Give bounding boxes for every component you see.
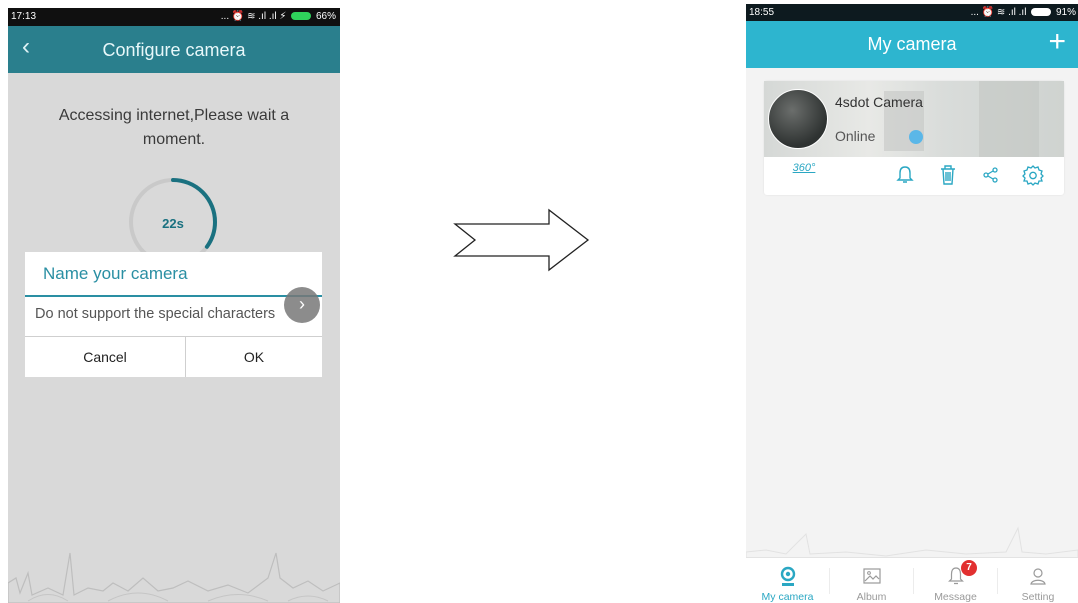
top-bar: My camera + (746, 21, 1078, 68)
snapshot-detail (979, 81, 1039, 157)
status-time: 18:55 (749, 7, 775, 18)
status-icons: ... ⏰ ≋ .ıl .ıl ⚡ 66% (221, 11, 336, 22)
page-title: Configure camera (102, 40, 246, 60)
status-bar: 17:13 ... ⏰ ≋ .ıl .ıl ⚡ 66% (8, 8, 340, 26)
person-icon (1030, 568, 1046, 585)
camera-card[interactable]: 4sdot Camera Online 360° (764, 81, 1064, 195)
nav-my-camera[interactable]: My camera (746, 558, 829, 603)
wait-message: Accessing internet,Please wait a moment. (58, 107, 290, 148)
camera-name: 4sdot Camera (835, 94, 923, 110)
camera-actions: 360° (764, 157, 1064, 195)
next-arrow-button[interactable]: › (284, 287, 320, 323)
page-title: My camera (867, 34, 957, 54)
city-skyline-illustration (8, 552, 340, 603)
nav-album[interactable]: Album (830, 558, 913, 603)
signal-icons: ... ⏰ ≋ .ıl .ıl ⚡ (220, 11, 287, 22)
battery-icon (291, 12, 312, 20)
status-bar: 18:55 ... ⏰ ≋ .ıl .ıl 91% (746, 4, 1078, 21)
status-icons: ... ⏰ ≋ .ıl .ıl 91% (971, 7, 1076, 18)
dialog-title: Name your camera (43, 264, 188, 283)
nav-label: Setting (1021, 591, 1055, 603)
ok-button[interactable]: OK (186, 337, 322, 377)
share-icon[interactable] (978, 162, 1004, 188)
battery-icon (1031, 8, 1052, 16)
trash-icon[interactable] (935, 162, 961, 188)
360-view-button[interactable]: 360° (786, 162, 822, 188)
countdown-text: 22s (162, 216, 184, 231)
image-icon (862, 568, 881, 584)
bell-icon[interactable] (892, 162, 918, 188)
nav-message[interactable]: 7 Message (914, 558, 997, 603)
camera-name-input[interactable]: Do not support the special characters (35, 306, 320, 322)
status-time: 17:13 (11, 11, 37, 22)
my-camera-screen: 18:55 ... ⏰ ≋ .ıl .ıl 91% My camera + 4s… (746, 4, 1078, 603)
top-bar: ‹ Configure camera (8, 26, 340, 73)
bottom-navigation: My camera Album 7 Message Setting (746, 557, 1078, 603)
add-camera-button[interactable]: + (1048, 25, 1066, 59)
nav-label: Message (934, 591, 977, 603)
online-indicator (909, 130, 923, 144)
nav-label: Album (856, 591, 887, 603)
configure-camera-screen: 17:13 ... ⏰ ≋ .ıl .ıl ⚡ 66% ‹ Configure … (8, 8, 340, 603)
arrow-right-icon (453, 208, 590, 272)
name-camera-dialog: Name your camera Do not support the spec… (25, 252, 322, 377)
camera-status: Online (835, 128, 876, 144)
gear-icon[interactable] (1020, 162, 1046, 188)
title-underline (25, 295, 322, 297)
unread-badge: 7 (961, 560, 977, 576)
nav-label: My camera (761, 591, 814, 603)
nav-setting[interactable]: Setting (998, 558, 1078, 603)
battery-level: 91% (1055, 7, 1076, 18)
signal-icons: ... ⏰ ≋ .ıl .ıl (970, 7, 1027, 18)
camera-avatar (768, 89, 828, 149)
battery-level: 66% (315, 11, 336, 22)
camera-pin-icon (780, 566, 795, 586)
cancel-button[interactable]: Cancel (25, 337, 185, 377)
city-skyline-illustration (746, 526, 1078, 558)
